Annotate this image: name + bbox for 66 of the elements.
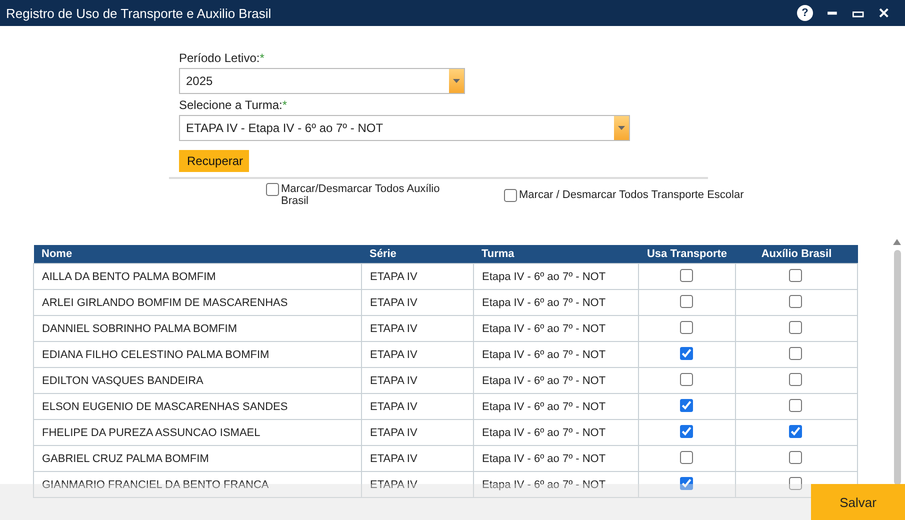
checkbox[interactable] xyxy=(680,268,692,282)
table-cell: Etapa IV - 6º ao 7º - NOT xyxy=(474,368,638,394)
table-cell: Etapa IV - 6º ao 7º - NOT xyxy=(474,420,638,446)
checkbox[interactable] xyxy=(680,476,692,490)
class-label: Selecione a Turma:* xyxy=(179,98,288,112)
table-cell: ETAPA IV xyxy=(362,316,474,342)
checkbox[interactable] xyxy=(789,320,802,334)
table-cell: Etapa IV - 6º ao 7º - NOT xyxy=(474,342,638,368)
table-cell: Etapa IV - 6º ao 7º - NOT xyxy=(474,316,638,342)
table-cell: Etapa IV - 6º ao 7º - NOT xyxy=(474,394,638,420)
table-cell: FHELIPE DA PUREZA ASSUNCAO ISMAEL xyxy=(34,420,362,446)
checkbox[interactable] xyxy=(789,476,802,490)
table-cell: ETAPA IV xyxy=(362,264,474,290)
checkbox[interactable] xyxy=(680,424,692,438)
checkbox[interactable] xyxy=(680,294,692,308)
column-header: Nome xyxy=(34,245,362,264)
table-cell: GIANMARIO FRANCIEL DA BENTO FRANCA xyxy=(34,472,362,498)
checkbox-label: Marcar / Desmarcar Todos Transporte Escolar xyxy=(519,189,744,201)
checkbox[interactable] xyxy=(680,346,692,360)
checkbox[interactable] xyxy=(680,372,692,386)
window-title: Registro de Uso de Transporte e Auxilio Brasil xyxy=(6,6,272,20)
table-cell: GABRIEL CRUZ PALMA BOMFIM xyxy=(34,446,362,472)
checkbox[interactable] xyxy=(789,372,802,386)
scroll-up-icon[interactable] xyxy=(893,239,901,245)
table-cell: EDIANA FILHO CELESTINO PALMA BOMFIM xyxy=(34,342,362,368)
retrieve-button[interactable]: Recuperar xyxy=(179,150,249,172)
period-select[interactable]: 2025 xyxy=(179,68,465,94)
column-header: Usa Transporte xyxy=(638,245,736,264)
table-cell: ETAPA IV xyxy=(362,290,474,316)
table-cell: EDILTON VASQUES BANDEIRA xyxy=(34,368,362,394)
table-cell: ETAPA IV xyxy=(362,420,474,446)
table-cell: ETAPA IV xyxy=(362,342,474,368)
checkbox[interactable] xyxy=(789,398,802,412)
column-header: Série xyxy=(362,245,474,264)
table-cell: Etapa IV - 6º ao 7º - NOT xyxy=(474,290,638,316)
period-label: Período Letivo:* xyxy=(179,51,266,65)
column-header: Auxílio Brasil xyxy=(736,245,858,264)
checkbox[interactable] xyxy=(266,183,279,196)
checkbox-label: Marcar/Desmarcar Todos Auxílio Brasil xyxy=(281,183,441,207)
caret-icon xyxy=(618,126,625,130)
table-cell: Etapa IV - 6º ao 7º - NOT xyxy=(474,472,638,498)
help-icon[interactable]: ? xyxy=(797,5,813,21)
caret-icon xyxy=(453,79,460,83)
table-cell: ARLEI GIRLANDO BOMFIM DE MASCARENHAS xyxy=(34,290,362,316)
checkbox[interactable] xyxy=(680,320,692,334)
table-cell: Etapa IV - 6º ao 7º - NOT xyxy=(474,264,638,290)
table-cell: DANNIEL SOBRINHO PALMA BOMFIM xyxy=(34,316,362,342)
checkbox[interactable] xyxy=(789,450,802,464)
checkbox[interactable] xyxy=(680,398,692,412)
table-cell: ELSON EUGENIO DE MASCARENHAS SANDES xyxy=(34,394,362,420)
checkbox[interactable] xyxy=(789,424,802,438)
checkbox[interactable] xyxy=(789,346,802,360)
table-cell: ETAPA IV xyxy=(362,472,474,498)
table-cell: ETAPA IV xyxy=(362,368,474,394)
checkbox[interactable] xyxy=(504,189,517,202)
table-cell: ETAPA IV xyxy=(362,446,474,472)
table-cell: Etapa IV - 6º ao 7º - NOT xyxy=(474,446,638,472)
table-cell: ETAPA IV xyxy=(362,394,474,420)
scrollbar[interactable] xyxy=(894,250,901,485)
table-cell: AILLA DA BENTO PALMA BOMFIM xyxy=(34,264,362,290)
checkbox[interactable] xyxy=(789,268,802,282)
column-header: Turma xyxy=(474,245,638,264)
save-button[interactable]: Salvar xyxy=(811,484,905,520)
class-select[interactable]: ETAPA IV - Etapa IV - 6º ao 7º - NOT xyxy=(179,115,630,141)
checkbox[interactable] xyxy=(789,294,802,308)
checkbox[interactable] xyxy=(680,450,692,464)
